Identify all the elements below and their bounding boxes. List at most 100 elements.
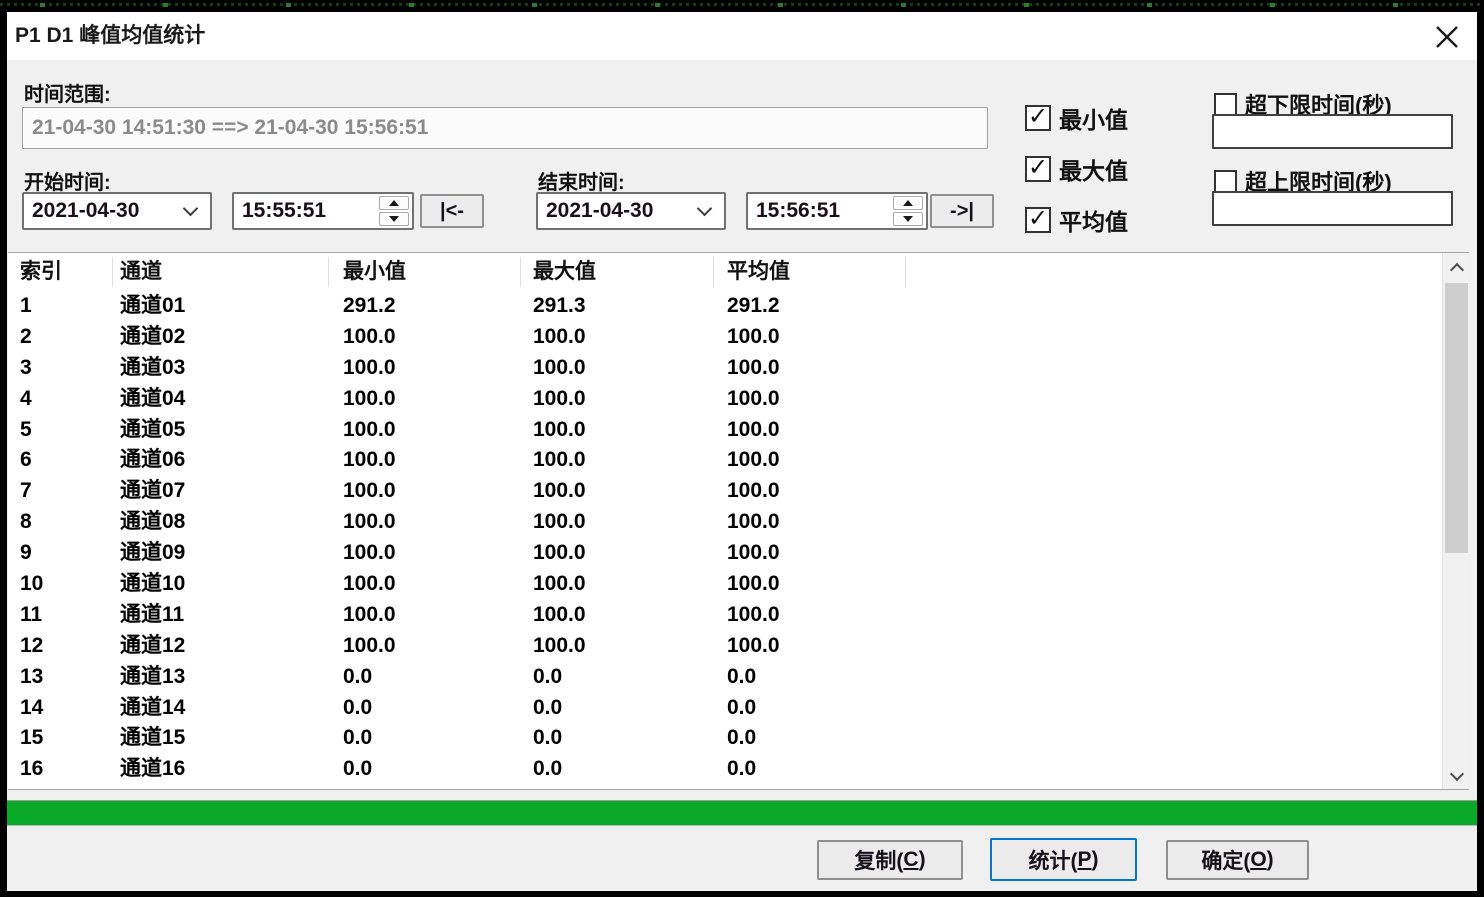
- checkbox-box[interactable]: ✓: [1214, 93, 1237, 116]
- table-cell: 100.0: [727, 507, 780, 538]
- start-time-spinner[interactable]: 15:55:51: [232, 192, 414, 230]
- table-cell: 通道02: [120, 322, 185, 353]
- column-divider: [328, 257, 329, 287]
- arrow-up-icon: [389, 200, 399, 206]
- jump-to-start-button[interactable]: |<-: [420, 194, 484, 228]
- table-row[interactable]: 12通道12100.0100.0100.0: [8, 631, 1469, 662]
- table-cell: 2: [20, 322, 32, 353]
- checkbox-box[interactable]: ✓: [1025, 105, 1051, 131]
- statistics-dialog: P1 D1 峰值均值统计 时间范围: 21-04-30 14:51:30 ==>…: [7, 12, 1477, 891]
- table-cell: 0.0: [343, 723, 372, 754]
- close-icon: [1434, 24, 1460, 50]
- background-app-strip: [0, 0, 1484, 12]
- table-cell: 通道15: [120, 723, 185, 754]
- start-date-combobox[interactable]: 2021-04-30: [22, 192, 212, 230]
- table-row[interactable]: 6通道06100.0100.0100.0: [8, 445, 1469, 476]
- spin-down-button[interactable]: [893, 212, 923, 226]
- table-cell: 0.0: [343, 693, 372, 724]
- table-cell: 6: [20, 445, 32, 476]
- spin-up-button[interactable]: [379, 196, 409, 210]
- table-cell: 通道01: [120, 291, 185, 322]
- table-cell: 100.0: [727, 415, 780, 446]
- end-time-spinner[interactable]: 15:56:51: [746, 192, 928, 230]
- table-row[interactable]: 3通道03100.0100.0100.0: [8, 353, 1469, 384]
- table-cell: 通道10: [120, 569, 185, 600]
- table-cell: 100.0: [533, 322, 586, 353]
- spin-buttons: [379, 196, 409, 226]
- table-row[interactable]: 1通道01291.2291.3291.2: [8, 291, 1469, 322]
- table-cell: 100.0: [343, 631, 396, 662]
- checkbox-box[interactable]: ✓: [1025, 207, 1051, 233]
- table-cell: 100.0: [343, 415, 396, 446]
- button-accesskey: O: [1250, 848, 1266, 872]
- table-cell: 0.0: [533, 754, 562, 785]
- table-row[interactable]: 4通道04100.0100.0100.0: [8, 384, 1469, 415]
- table-cell: 291.3: [533, 291, 586, 322]
- table-cell: 0.0: [727, 754, 756, 785]
- checkbox-max[interactable]: ✓ 最大值: [1025, 152, 1128, 186]
- table-cell: 100.0: [343, 538, 396, 569]
- table-cell: 通道11: [120, 600, 184, 631]
- stat-button[interactable]: 统计(P): [990, 838, 1137, 881]
- column-header-index[interactable]: 索引: [20, 253, 62, 291]
- time-range-field[interactable]: 21-04-30 14:51:30 ==> 21-04-30 15:56:51: [22, 107, 988, 149]
- table-row[interactable]: 14通道140.00.00.0: [8, 693, 1469, 724]
- column-divider: [905, 257, 906, 287]
- table-row[interactable]: 11通道11100.0100.0100.0: [8, 600, 1469, 631]
- scroll-up-button[interactable]: [1443, 253, 1469, 282]
- table-cell: 100.0: [533, 600, 586, 631]
- statistics-table: 索引 通道 最小值 最大值 平均值 1通道01291.2291.3291.22 通…: [8, 252, 1469, 790]
- close-button[interactable]: [1431, 21, 1463, 53]
- table-cell: 100.0: [343, 600, 396, 631]
- table-row[interactable]: 10通道10100.0100.0100.0: [8, 569, 1469, 600]
- checkbox-box[interactable]: ✓: [1025, 156, 1051, 182]
- ok-button[interactable]: 确定(O): [1166, 840, 1309, 880]
- column-header-avg[interactable]: 平均值: [727, 253, 790, 291]
- table-cell: 通道09: [120, 538, 185, 569]
- table-cell: 14: [20, 693, 43, 724]
- table-cell: 3: [20, 353, 32, 384]
- jump-to-end-button[interactable]: ->|: [930, 194, 994, 228]
- table-row[interactable]: 13通道130.00.00.0: [8, 662, 1469, 693]
- table-row[interactable]: 9通道09100.0100.0100.0: [8, 538, 1469, 569]
- column-header-channel[interactable]: 通道: [120, 253, 162, 291]
- table-row[interactable]: 5通道05100.0100.0100.0: [8, 415, 1469, 446]
- checkbox-box[interactable]: ✓: [1214, 170, 1237, 193]
- below-limit-time-input[interactable]: [1212, 114, 1453, 149]
- scroll-down-button[interactable]: [1443, 762, 1469, 790]
- chevron-down-icon: [1449, 767, 1463, 781]
- dialog-title: P1 D1 峰值均值统计: [15, 12, 205, 60]
- table-cell: 100.0: [727, 631, 780, 662]
- table-cell: 100.0: [727, 384, 780, 415]
- spin-down-button[interactable]: [379, 212, 409, 226]
- scrollbar-thumb[interactable]: [1445, 283, 1468, 553]
- table-cell: 0.0: [727, 662, 756, 693]
- column-header-max[interactable]: 最大值: [533, 253, 596, 291]
- table-row[interactable]: 16通道160.00.00.0: [8, 754, 1469, 785]
- column-header-min[interactable]: 最小值: [343, 253, 406, 291]
- copy-button[interactable]: 复制(C): [817, 840, 963, 880]
- table-row[interactable]: 8通道08100.0100.0100.0: [8, 507, 1469, 538]
- table-cell: 通道12: [120, 631, 185, 662]
- above-limit-time-input[interactable]: [1212, 191, 1453, 226]
- vertical-scrollbar[interactable]: [1442, 253, 1469, 790]
- button-label: ): [1092, 848, 1099, 872]
- table-row[interactable]: 7通道07100.0100.0100.0: [8, 476, 1469, 507]
- end-time-label: 结束时间:: [538, 166, 625, 195]
- checkbox-min[interactable]: ✓ 最小值: [1025, 101, 1128, 135]
- end-date-combobox[interactable]: 2021-04-30: [536, 192, 726, 230]
- table-row[interactable]: 15通道150.00.00.0: [8, 723, 1469, 754]
- button-label: 统计(: [1028, 845, 1077, 875]
- column-divider: [112, 257, 113, 287]
- table-cell: 通道08: [120, 507, 185, 538]
- spin-up-button[interactable]: [893, 196, 923, 210]
- table-cell: 5: [20, 415, 32, 446]
- table-cell: 0.0: [727, 693, 756, 724]
- title-bar: P1 D1 峰值均值统计: [7, 12, 1477, 60]
- table-cell: 通道16: [120, 754, 185, 785]
- check-icon: ✓: [1028, 156, 1048, 180]
- checkbox-avg[interactable]: ✓ 平均值: [1025, 203, 1128, 237]
- chevron-up-icon: [1449, 263, 1463, 277]
- table-cell: 100.0: [533, 569, 586, 600]
- table-row[interactable]: 2通道02100.0100.0100.0: [8, 322, 1469, 353]
